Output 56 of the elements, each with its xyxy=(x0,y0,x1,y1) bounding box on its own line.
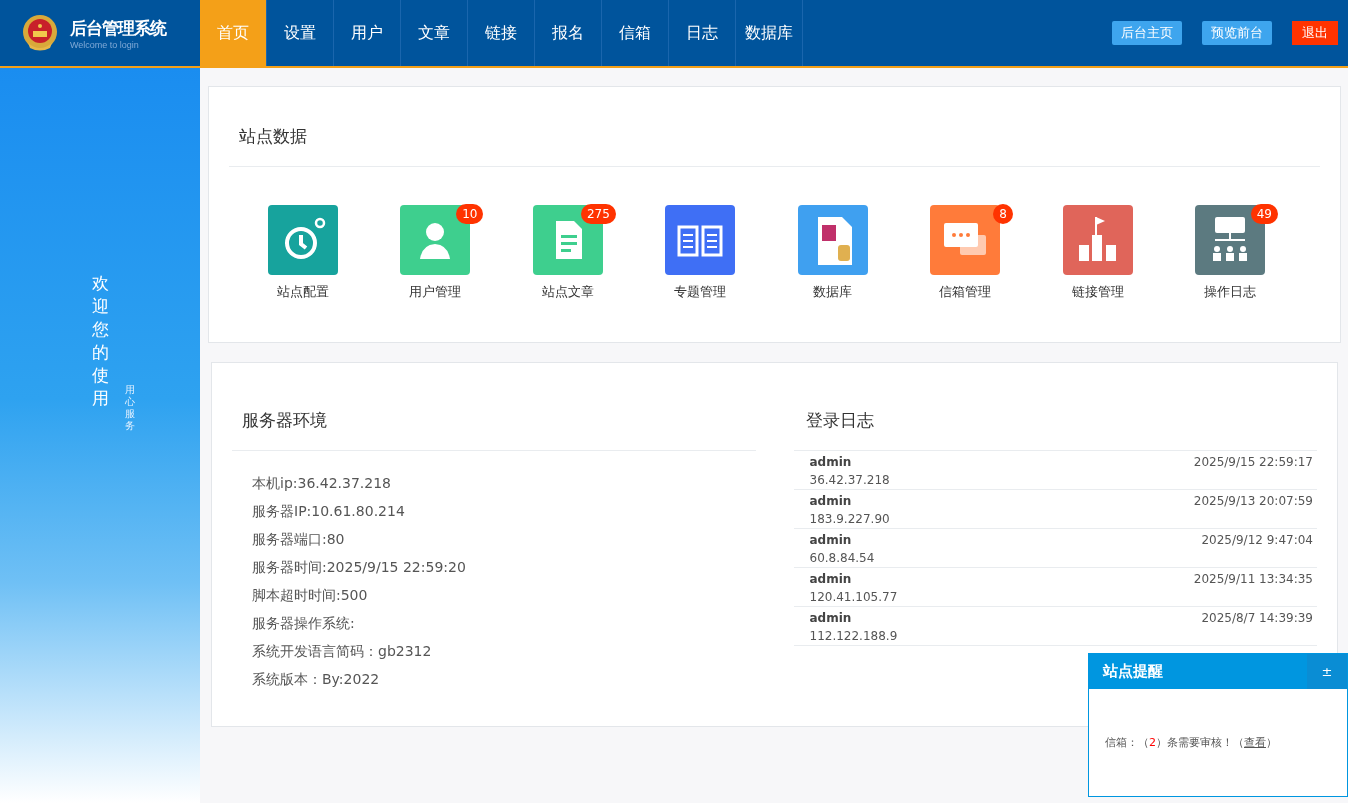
nav-tab[interactable]: 链接 xyxy=(468,0,535,66)
shortcut-tile[interactable]: 8 信箱管理 xyxy=(915,205,1016,301)
log-username: admin xyxy=(809,455,852,469)
server-info-text: 脚本超时时间:500 xyxy=(252,586,369,605)
log-ip: 183.9.227.90 xyxy=(809,512,891,526)
nav-tab[interactable]: 日志 xyxy=(669,0,736,66)
log-username: admin xyxy=(809,494,852,508)
log-ip: 36.42.37.218 xyxy=(809,473,891,487)
app-title: 后台管理系统 xyxy=(70,16,166,40)
shortcut-tile[interactable]: 数据库 xyxy=(782,205,883,301)
reminder-text: 信箱：（2）条需要审核！（查看） xyxy=(1105,735,1277,750)
section-title: 登录日志 xyxy=(804,409,875,432)
count-badge: 8 xyxy=(993,204,1014,224)
emblem-icon xyxy=(20,13,60,53)
server-info-text: 服务器时间:2025/9/15 22:59:20 xyxy=(252,558,467,577)
log-time: 2025/9/13 20:07:59 xyxy=(1193,494,1313,508)
section-title: 服务器环境 xyxy=(232,393,756,451)
log-username: admin xyxy=(809,533,852,547)
welcome-text: 欢迎您的使用 xyxy=(92,272,109,410)
shortcut-tile[interactable]: 站点配置 xyxy=(253,205,353,301)
shortcut-tile[interactable]: 49 操作日志 xyxy=(1179,205,1280,301)
app-subtitle: Welcome to login xyxy=(70,39,140,50)
motto-text: 用心服务 xyxy=(125,384,135,432)
log-ip: 112.122.188.9 xyxy=(809,629,899,643)
shortcut-tile[interactable]: 链接管理 xyxy=(1047,205,1148,301)
shortcut-tile[interactable]: 275 站点文章 xyxy=(517,205,618,301)
log-time: 2025/9/15 22:59:17 xyxy=(1193,455,1313,469)
server-info-text: 服务器操作系统: xyxy=(252,614,356,633)
log-time: 2025/9/11 13:34:35 xyxy=(1193,572,1313,586)
log-time: 2025/8/7 14:39:39 xyxy=(1201,611,1313,625)
nav-tab[interactable]: 信箱 xyxy=(602,0,669,66)
view-link[interactable]: 查看 xyxy=(1244,736,1266,749)
server-info-text: 服务器端口:80 xyxy=(252,530,346,549)
logout-button[interactable]: 退出 xyxy=(1292,21,1338,45)
nav-tab[interactable]: 设置 xyxy=(267,0,334,66)
shortcut-tile[interactable]: 10 用户管理 xyxy=(385,205,486,301)
server-info-text: 系统版本：By:2022 xyxy=(252,670,381,689)
count-badge: 49 xyxy=(1250,204,1278,224)
nav-tab[interactable]: 报名 xyxy=(535,0,602,66)
section-title: 站点数据 xyxy=(229,109,1320,167)
server-info-text: 本机ip:36.42.37.218 xyxy=(252,474,392,493)
log-username: admin xyxy=(809,611,852,625)
log-username: admin xyxy=(809,572,852,586)
log-ip: 60.8.84.54 xyxy=(809,551,876,565)
popup-title: 站点提醒 xyxy=(1101,662,1163,681)
log-time: 2025/9/12 9:47:04 xyxy=(1201,533,1313,547)
server-info-text: 服务器IP:10.61.80.214 xyxy=(252,502,406,521)
nav-tab[interactable]: 文章 xyxy=(401,0,468,66)
toggle-button[interactable]: ± xyxy=(1307,654,1347,689)
count-badge: 10 xyxy=(456,204,484,224)
count-badge: 275 xyxy=(580,204,616,224)
nav-tab[interactable]: 数据库 xyxy=(736,0,803,66)
server-info-text: 系统开发语言简码：gb2312 xyxy=(252,642,433,661)
log-ip: 120.41.105.77 xyxy=(809,590,899,604)
nav-tab[interactable]: 用户 xyxy=(334,0,401,66)
shortcut-tile[interactable]: 专题管理 xyxy=(650,205,751,301)
